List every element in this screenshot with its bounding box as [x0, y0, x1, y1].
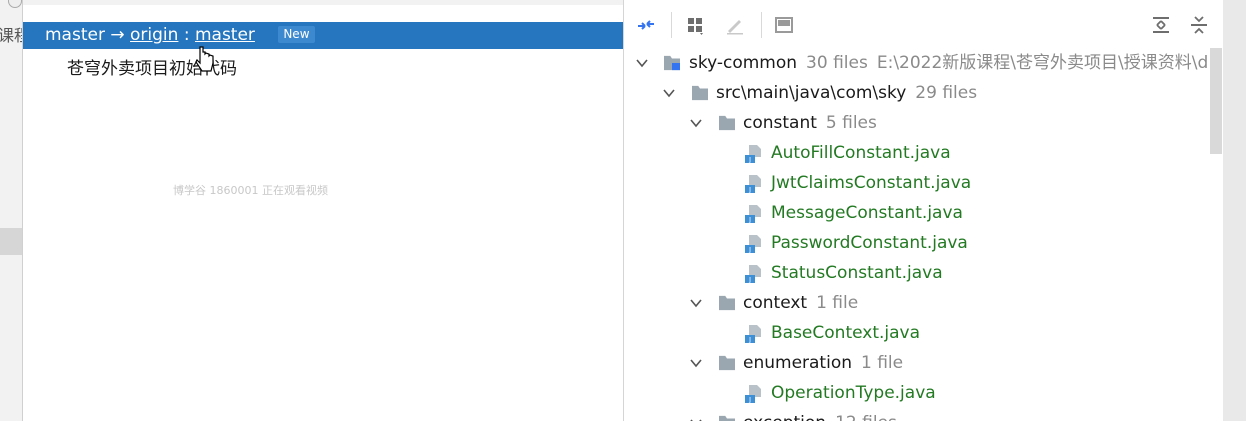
push-arrow: → [110, 25, 125, 45]
tree-file[interactable]: J AutoFillConstant.java [624, 138, 1223, 168]
module-name: sky-common [689, 53, 798, 73]
background-gray-block [0, 228, 22, 255]
svg-text:J: J [748, 186, 751, 194]
folder-name: enumeration [743, 353, 852, 373]
tree-file[interactable]: J JwtClaimsConstant.java [624, 168, 1223, 198]
chevron-down-icon[interactable] [689, 116, 703, 130]
background-right-strip [1222, 0, 1246, 421]
push-dialog: master → origin : master New 苍穹外卖项目初始代码 … [22, 0, 1223, 421]
folder-name: exception [743, 413, 826, 421]
background-circle-icon [8, 0, 22, 8]
tree-file[interactable]: J MessageConstant.java [624, 198, 1223, 228]
module-folder-icon [664, 55, 680, 71]
folder-icon [719, 115, 735, 131]
java-file-icon: J [745, 235, 761, 254]
expand-all-icon[interactable] [1149, 13, 1173, 37]
collapse-all-icon[interactable] [1187, 13, 1211, 37]
tree-file[interactable]: J OperationType.java [624, 378, 1223, 408]
tree-file[interactable]: J PasswordConstant.java [624, 228, 1223, 258]
svg-text:J: J [748, 276, 751, 284]
java-file-icon: J [745, 265, 761, 284]
remote-link[interactable]: origin [130, 25, 178, 45]
file-count: 1 file [861, 353, 904, 373]
module-path: E:\2022新版课程\苍穹外卖项目\授课资料\d [876, 53, 1209, 73]
folder-name: constant [743, 113, 817, 133]
tree-file[interactable]: J StatusConstant.java [624, 258, 1223, 288]
tree-node-folder-context[interactable]: context 1 file [624, 288, 1223, 318]
toolbar-separator [671, 12, 672, 38]
folder-icon [692, 85, 708, 101]
commits-panel: master → origin : master New 苍穹外卖项目初始代码 … [23, 5, 623, 421]
file-count: 30 files [806, 53, 868, 73]
tree-file[interactable]: J BaseContext.java [624, 318, 1223, 348]
group-by-icon[interactable] [684, 13, 708, 37]
svg-text:J: J [748, 246, 751, 254]
expand-arrows-icon[interactable] [634, 13, 658, 37]
java-file-icon: J [745, 175, 761, 194]
changes-panel: sky-common 30 files E:\2022新版课程\苍穹外卖项目\授课资… [624, 0, 1223, 421]
chevron-down-icon[interactable] [689, 296, 703, 310]
tree-node-folder-enumeration[interactable]: enumeration 1 file [624, 348, 1223, 378]
vertical-scrollbar[interactable] [1210, 48, 1222, 154]
java-file-icon: J [745, 325, 761, 344]
folder-icon [719, 295, 735, 311]
file-count: 1 file [816, 293, 859, 313]
svg-text:J: J [748, 336, 751, 344]
svg-text:J: J [748, 156, 751, 164]
folder-name: context [743, 293, 808, 313]
background-window-strip: 课程 [0, 0, 30, 421]
edit-icon[interactable] [723, 13, 747, 37]
chevron-down-icon[interactable] [662, 86, 676, 100]
remote-branch-link[interactable]: master [195, 25, 255, 45]
tree-node-package[interactable]: src\main\java\com\sky 29 files [624, 78, 1223, 108]
file-count: 5 files [825, 113, 877, 133]
java-file-icon: J [745, 205, 761, 224]
file-name: JwtClaimsConstant.java [771, 173, 972, 193]
svg-text:J: J [748, 396, 751, 404]
show-diff-icon[interactable] [772, 13, 796, 37]
watermark-text: 博学谷 1860001 正在观看视频 [173, 184, 328, 197]
tree-node-module[interactable]: sky-common 30 files E:\2022新版课程\苍穹外卖项目\授课资… [624, 48, 1223, 78]
svg-text:J: J [748, 216, 751, 224]
java-file-icon: J [745, 385, 761, 404]
changes-toolbar [624, 0, 1223, 47]
folder-icon [719, 355, 735, 371]
file-count: 12 files [835, 413, 897, 421]
tree-node-folder-constant[interactable]: constant 5 files [624, 108, 1223, 138]
new-badge: New [278, 26, 315, 43]
package-name: src\main\java\com\sky [716, 83, 907, 103]
local-branch: master [45, 25, 105, 45]
folder-icon [719, 415, 735, 421]
file-name: BaseContext.java [771, 323, 921, 343]
chevron-down-icon[interactable] [635, 56, 649, 70]
branch-separator: : [183, 25, 190, 45]
chevron-down-icon[interactable] [689, 416, 703, 421]
chevron-down-icon[interactable] [689, 356, 703, 370]
file-name: MessageConstant.java [771, 203, 963, 223]
file-name: PasswordConstant.java [771, 233, 968, 253]
toolbar-separator [761, 12, 762, 38]
file-name: AutoFillConstant.java [771, 143, 951, 163]
tree-node-folder-exception[interactable]: exception 12 files [624, 408, 1223, 421]
file-count: 29 files [915, 83, 978, 103]
hand-cursor-icon [195, 46, 214, 72]
file-name: OperationType.java [771, 383, 936, 403]
file-name: StatusConstant.java [771, 263, 943, 283]
push-branch-row[interactable]: master → origin : master New [23, 22, 623, 49]
java-file-icon: J [745, 145, 761, 164]
